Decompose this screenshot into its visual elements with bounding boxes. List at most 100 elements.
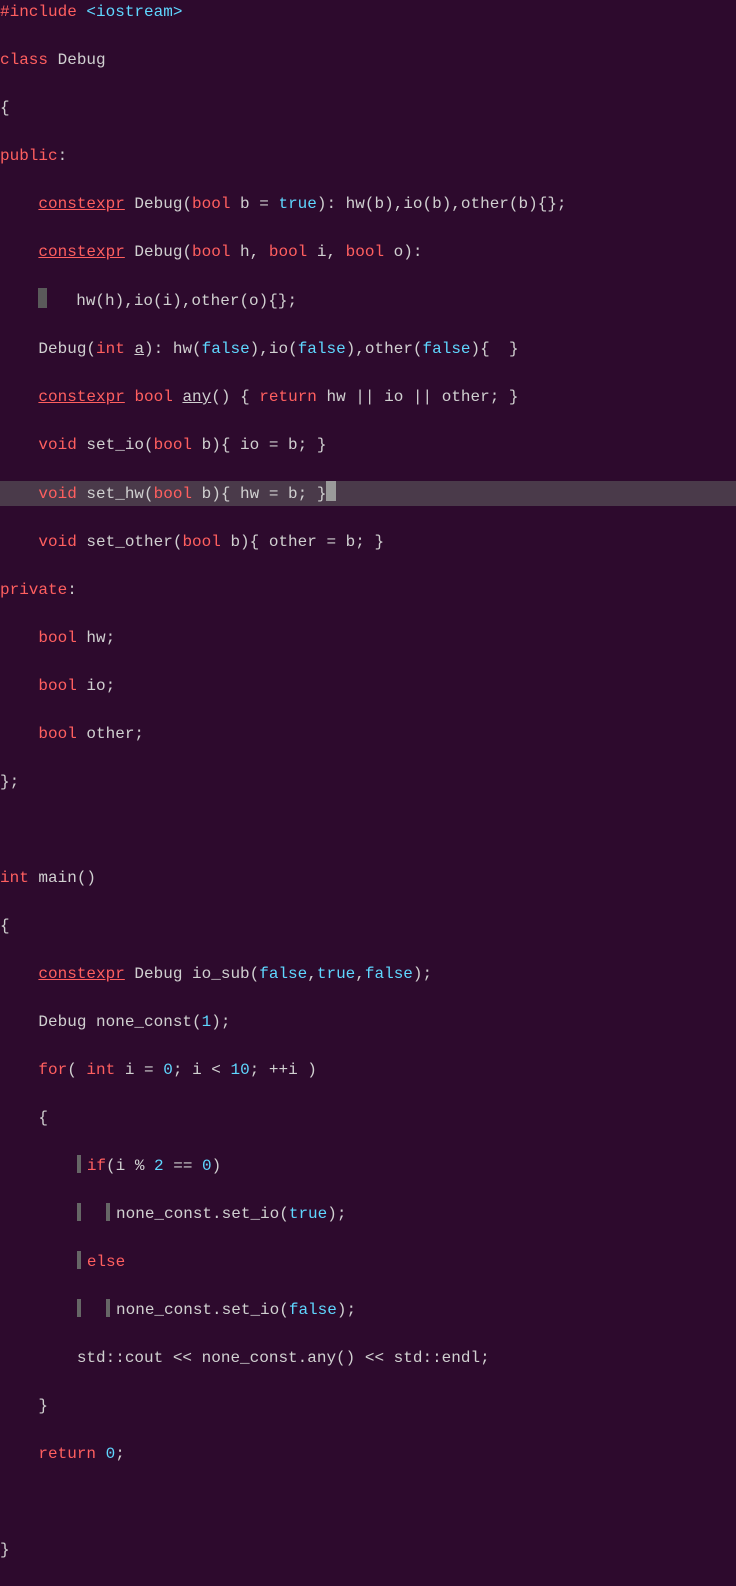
- code-token: ,: [355, 965, 365, 983]
- code-token: Debug(: [125, 195, 192, 213]
- code-token: bool: [182, 533, 220, 551]
- code-token: );: [327, 1205, 346, 1223]
- code-token: ),other(: [346, 340, 423, 358]
- code-line: constexpr Debug(bool h, bool i, bool o):: [0, 240, 736, 264]
- code-token: hw;: [77, 629, 115, 647]
- code-token: else: [87, 1253, 125, 1271]
- code-line: int main(): [0, 866, 736, 890]
- code-token: [173, 388, 183, 406]
- code-line: #include <iostream>: [0, 0, 736, 24]
- code-line: bool other;: [0, 722, 736, 746]
- code-token: true: [278, 195, 316, 213]
- code-line: constexpr Debug(bool b = true): hw(b),io…: [0, 192, 736, 216]
- code-line: private:: [0, 578, 736, 602]
- code-token: [0, 195, 38, 213]
- code-token: i,: [307, 243, 345, 261]
- code-line: Debug none_const(1);: [0, 1010, 736, 1034]
- code-token: {: [0, 917, 10, 935]
- code-token: for: [38, 1061, 67, 1079]
- code-token: 2: [154, 1157, 164, 1175]
- code-line: {: [0, 914, 736, 938]
- code-line: constexpr Debug io_sub(false,true,false)…: [0, 962, 736, 986]
- code-token: [0, 629, 38, 647]
- code-token: [0, 965, 38, 983]
- code-line: hw(h),io(i),other(o){};: [0, 288, 736, 313]
- code-token: bool: [134, 388, 172, 406]
- code-token: );: [413, 965, 432, 983]
- code-line: none_const.set_io(false);: [0, 1298, 736, 1322]
- code-line: }: [0, 1538, 736, 1562]
- code-token: bool: [38, 629, 76, 647]
- code-line: bool hw;: [0, 626, 736, 650]
- code-line: Debug(int a): hw(false),io(false),other(…: [0, 337, 736, 361]
- code-token: #include: [0, 3, 77, 21]
- code-line: [0, 1490, 736, 1514]
- code-token: i =: [115, 1061, 163, 1079]
- code-token: 1: [202, 1013, 212, 1031]
- code-token: Debug io_sub(: [125, 965, 259, 983]
- code-line: {: [0, 1106, 736, 1130]
- code-token: :: [58, 147, 68, 165]
- code-token: hw || io || other; }: [317, 388, 519, 406]
- indent-guide: [77, 1155, 81, 1173]
- code-token: [0, 243, 38, 261]
- code-token: ){ }: [471, 340, 519, 358]
- code-token: }: [0, 1541, 10, 1559]
- code-token: (i %: [106, 1157, 154, 1175]
- code-token: set_hw(: [77, 485, 154, 503]
- code-token: [96, 1445, 106, 1463]
- code-token: [0, 436, 38, 454]
- code-token: [0, 533, 38, 551]
- code-token: int: [0, 869, 29, 887]
- code-token: void: [38, 436, 76, 454]
- code-token: Debug: [48, 51, 106, 69]
- code-token: b){ hw = b; }: [192, 485, 326, 503]
- indent-guide: [77, 1251, 81, 1269]
- code-line: std::cout << none_const.any() << std::en…: [0, 1346, 736, 1370]
- code-token: none_const.set_io(: [116, 1205, 289, 1223]
- code-token: [0, 1061, 38, 1079]
- code-token: [0, 821, 10, 839]
- code-token: ): [212, 1157, 222, 1175]
- code-token: constexpr: [38, 965, 124, 983]
- code-token: private: [0, 581, 67, 599]
- code-token: any: [182, 388, 211, 406]
- code-token: o):: [384, 243, 422, 261]
- code-token: b){ other = b; }: [221, 533, 384, 551]
- code-token: Debug(: [0, 340, 96, 358]
- code-token: false: [202, 340, 250, 358]
- code-token: return: [259, 388, 317, 406]
- code-token: [87, 1301, 106, 1319]
- code-token: [0, 677, 38, 695]
- code-line: if(i % 2 == 0): [0, 1154, 736, 1178]
- code-token: ; ++i ): [250, 1061, 317, 1079]
- indent-guide: [77, 1203, 81, 1221]
- code-token: bool: [38, 677, 76, 695]
- code-token: [0, 1205, 77, 1223]
- code-token: (: [67, 1061, 86, 1079]
- code-token: class: [0, 51, 48, 69]
- code-token: :: [67, 581, 77, 599]
- cursor: [326, 481, 336, 501]
- code-token: bool: [269, 243, 307, 261]
- code-token: io;: [77, 677, 115, 695]
- code-token: bool: [192, 243, 230, 261]
- code-token: main(): [29, 869, 96, 887]
- code-token: [0, 1493, 10, 1511]
- indent-guide: [77, 1299, 81, 1317]
- code-token: b){ io = b; }: [192, 436, 326, 454]
- code-token: ,: [307, 965, 317, 983]
- code-token: constexpr: [38, 243, 124, 261]
- code-token: bool: [154, 485, 192, 503]
- code-line: bool io;: [0, 674, 736, 698]
- code-editor[interactable]: #include <iostream> class Debug { public…: [0, 0, 736, 1586]
- code-token: [0, 1253, 77, 1271]
- code-line: void set_hw(bool b){ hw = b; }: [0, 481, 736, 506]
- code-line: [0, 818, 736, 842]
- code-token: 0: [202, 1157, 212, 1175]
- code-token: [0, 725, 38, 743]
- code-token: void: [38, 533, 76, 551]
- code-line: public:: [0, 144, 736, 168]
- code-token: ): hw(: [144, 340, 202, 358]
- code-token: int: [86, 1061, 115, 1079]
